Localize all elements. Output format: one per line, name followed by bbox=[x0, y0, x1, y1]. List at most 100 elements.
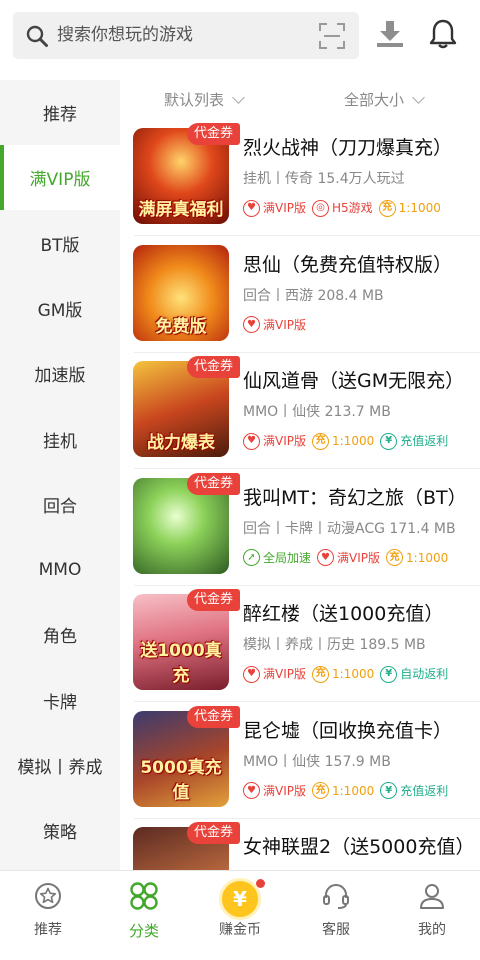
game-meta: 回合丨卡牌丨动漫ACG 171.4 MB bbox=[243, 520, 456, 537]
coin-icon: ¥ bbox=[219, 878, 261, 920]
tag-vip: ♥ 满VIP版 bbox=[243, 781, 306, 801]
nav-item[interactable]: 我的 bbox=[384, 871, 480, 960]
nav-item[interactable]: 客服 bbox=[288, 871, 384, 960]
ret-tag-icon: ¥ bbox=[380, 432, 398, 450]
vip-tag-icon: ♥ bbox=[243, 199, 260, 217]
tag-label: 1:1000 bbox=[332, 667, 375, 681]
game-list-item[interactable]: 免费版 思仙（免费充值特权版） 回合丨西游 208.4 MB ♥ 满VIP版 bbox=[120, 237, 480, 353]
tag-coin: 充 1:1000 bbox=[312, 781, 374, 801]
nav-item[interactable]: ¥ 赚金币 bbox=[192, 871, 288, 960]
nav-item[interactable]: 推荐 bbox=[0, 871, 96, 960]
coin-tag-icon: 充 bbox=[312, 432, 329, 450]
tag-label: 充值返利 bbox=[400, 434, 449, 448]
sort-filter-label: 默认列表 bbox=[164, 91, 225, 109]
coin-tag-icon: 充 bbox=[378, 199, 396, 217]
sidebar-item-label: 策略 bbox=[43, 823, 77, 844]
sidebar-item[interactable]: 角色 bbox=[0, 602, 120, 667]
active-indicator bbox=[0, 145, 4, 211]
tag-ret: ¥ 充值返利 bbox=[380, 781, 448, 801]
thumbnail-caption: 满屏真福利 bbox=[138, 200, 224, 220]
sidebar-item[interactable]: 模拟丨养成 bbox=[0, 733, 120, 798]
sidebar-item[interactable]: 挂机 bbox=[0, 407, 120, 472]
game-title: 醉红楼（送1000充值） bbox=[243, 603, 444, 625]
chevron-down-icon bbox=[232, 90, 245, 104]
vip-tag-icon: ♥ bbox=[243, 432, 260, 450]
coin-tag-icon: 充 bbox=[312, 665, 329, 683]
sidebar-item[interactable]: 满VIP版 bbox=[0, 145, 120, 211]
sidebar-item-label: MMO bbox=[38, 559, 82, 580]
sidebar-item-label: 卡牌 bbox=[43, 692, 77, 713]
voucher-badge: 代金券 bbox=[187, 472, 241, 495]
size-filter-label: 全部大小 bbox=[344, 91, 405, 109]
sidebar-item-label: 模拟丨养成 bbox=[17, 758, 103, 778]
game-list-item[interactable]: 满屏真福利 代金券 烈火战神（刀刀爆真充） 挂机丨传奇 15.4万人玩过 ♥ 满VIP版 ◎… bbox=[120, 120, 480, 236]
coin-tag-icon: 充 bbox=[386, 549, 404, 566]
game-title: 烈火战神（刀刀爆真充） bbox=[243, 137, 453, 159]
game-meta: 挂机丨传奇 15.4万人玩过 bbox=[243, 171, 405, 187]
filter-bar: 默认列表 全部大小 bbox=[120, 80, 480, 120]
tag-label: 1:1000 bbox=[332, 434, 375, 448]
game-thumbnail: 免费版 bbox=[133, 244, 229, 341]
game-list-item[interactable]: 送1000真充 代金券 醉红楼（送1000充值） 模拟丨养成丨历史 189.5 MB ♥… bbox=[120, 586, 480, 702]
vip-tag-icon: ♥ bbox=[243, 665, 260, 683]
game-list-item[interactable]: 代金券 女神联盟2（送5000充值） bbox=[120, 819, 480, 870]
game-tags: ➚ 全局加速 ♥ 满VIP版充 1:1000 bbox=[243, 548, 480, 568]
nav-item-label: 客服 bbox=[322, 922, 350, 938]
sidebar-item-label: GM版 bbox=[37, 300, 83, 321]
tag-vip: ♥ 满VIP版 bbox=[243, 431, 306, 451]
tag-label: 1:1000 bbox=[398, 201, 441, 215]
vip-tag-icon: ♥ bbox=[317, 549, 335, 566]
voucher-badge: 代金券 bbox=[187, 822, 241, 844]
tag-label: 全局加速 bbox=[263, 550, 312, 565]
scan-icon[interactable] bbox=[319, 23, 345, 49]
search-box[interactable]: 搜索你想玩的游戏 bbox=[13, 12, 359, 59]
category-icon bbox=[129, 881, 159, 911]
game-title: 女神联盟2（送5000充值） bbox=[243, 836, 475, 858]
sidebar-item-label: 回合 bbox=[43, 496, 77, 517]
sidebar-item[interactable]: 卡牌 bbox=[0, 668, 120, 733]
game-tags: ♥ 满VIP版充 1:1000 ¥ 充值返利 bbox=[243, 431, 480, 451]
game-list-item[interactable]: 代金券 我叫MT：奇幻之旅（BT） 回合丨卡牌丨动漫ACG 171.4 MB ➚ 全局加… bbox=[120, 470, 480, 586]
thumbnail-caption: 免费版 bbox=[155, 316, 207, 337]
chevron-down-icon bbox=[412, 90, 425, 104]
tag-vip: ♥ 满VIP版 bbox=[243, 664, 306, 684]
tag-label: 满VIP版 bbox=[263, 317, 306, 332]
game-title: 昆仑墟（回收换充值卡） bbox=[243, 719, 453, 742]
thumbnail-caption: 5000真充值 bbox=[140, 757, 222, 803]
tag-coin: 充 1:1000 bbox=[312, 664, 374, 684]
tag-ret: ¥ 自动返利 bbox=[380, 664, 448, 684]
sidebar-item[interactable]: 推荐 bbox=[0, 80, 120, 145]
sidebar-item-label: 加速版 bbox=[34, 366, 86, 387]
game-list-item[interactable]: 战力爆表 代金券 仙风道骨（送GM无限充） MMO丨仙侠 213.7 MB ♥ 满VIP版… bbox=[120, 353, 480, 469]
tag-label: 充值返利 bbox=[400, 783, 449, 798]
app-root: 搜索你想玩的游戏 推荐 满VIP版 BT版 GM版 加速版 挂机 回合 MMO 角色 卡牌 模拟丨养… bbox=[0, 0, 480, 960]
speed-tag-icon: ➚ bbox=[243, 549, 260, 566]
nav-item-label: 我的 bbox=[418, 922, 446, 938]
size-filter[interactable]: 全部大小 bbox=[344, 89, 425, 110]
bell-icon[interactable] bbox=[429, 18, 457, 50]
user-icon bbox=[417, 881, 447, 911]
tag-coin: 充 1:1000 bbox=[312, 431, 374, 451]
voucher-badge: 代金券 bbox=[187, 589, 241, 611]
sidebar-item[interactable]: 加速版 bbox=[0, 341, 120, 406]
nav-item[interactable]: 分类 bbox=[96, 871, 192, 960]
game-list: 满屏真福利代金券 烈火战神（刀刀爆真充） 挂机丨传奇 15.4万人玩过 ♥ 满VIP版 ◎… bbox=[120, 120, 480, 870]
download-icon[interactable] bbox=[374, 18, 406, 50]
game-title: 思仙（免费充值特权版） bbox=[243, 253, 453, 276]
sidebar-item[interactable]: GM版 bbox=[0, 276, 120, 341]
sidebar-item[interactable]: BT版 bbox=[0, 211, 120, 276]
game-tags: ♥ 满VIP版 ◎ H5游戏充 1:1000 bbox=[243, 198, 480, 218]
sidebar-item[interactable]: MMO bbox=[0, 537, 120, 602]
sidebar-item-label: 角色 bbox=[43, 627, 77, 648]
sidebar-item[interactable]: 策略 bbox=[0, 798, 120, 863]
star-icon bbox=[33, 881, 63, 911]
tag-speed: ➚ 全局加速 bbox=[243, 548, 311, 568]
tag-label: 满VIP版 bbox=[263, 667, 306, 681]
sidebar-item-label: BT版 bbox=[40, 235, 80, 256]
voucher-badge: 代金券 bbox=[187, 356, 241, 378]
sidebar-item[interactable]: 回合 bbox=[0, 472, 120, 537]
sort-filter[interactable]: 默认列表 bbox=[164, 89, 245, 110]
game-list-item[interactable]: 5000真充值 代金券 昆仑墟（回收换充值卡） MMO丨仙侠 157.9 MB ♥ 满VI… bbox=[120, 703, 480, 819]
tag-vip: ♥ 满VIP版 bbox=[243, 315, 306, 335]
game-meta: MMO丨仙侠 157.9 MB bbox=[243, 753, 391, 770]
